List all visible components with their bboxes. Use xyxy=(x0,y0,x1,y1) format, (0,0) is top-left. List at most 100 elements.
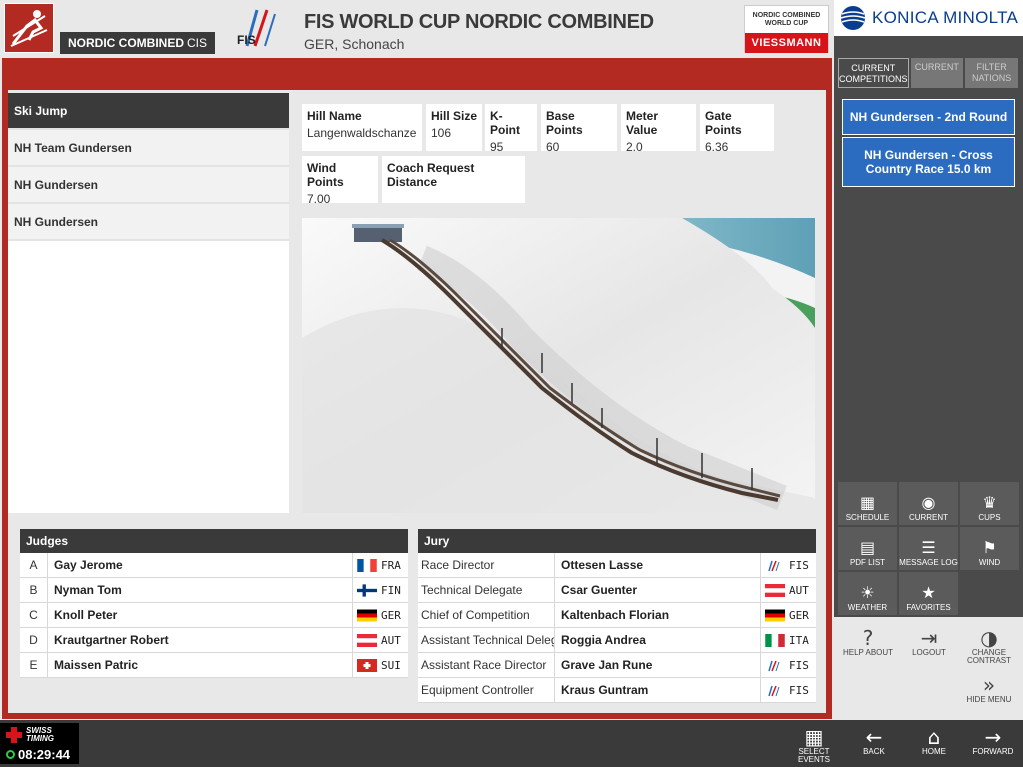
k-point-label: K-Point xyxy=(490,109,520,137)
jury-row: Technical Delegate Csar Guenter AUT xyxy=(418,578,816,603)
pdf-icon: ▤ xyxy=(859,538,876,557)
badge-cis-label: CIS xyxy=(187,36,208,50)
jury-row: Chief of Competition Kaltenbach Florian … xyxy=(418,603,816,628)
base-points-value: 60 xyxy=(546,140,560,154)
sidebar-competition-item[interactable]: NH Gundersen - 2nd Round xyxy=(842,99,1015,135)
competition-item-nh-team-gundersen[interactable]: NH Team Gundersen xyxy=(8,130,289,167)
judge-row: D Krautgartner Robert AUT xyxy=(20,628,408,653)
favorites-button[interactable]: ★ FAVORITES xyxy=(899,572,958,615)
hill-size-label: Hill Size xyxy=(431,109,478,123)
judge-letter: C xyxy=(20,603,48,627)
message-log-button[interactable]: ☰ MESSAGE LOG xyxy=(899,527,958,570)
konica-minolta-globe-icon xyxy=(840,6,866,30)
jury-nation-code: FIS xyxy=(789,683,809,697)
sponsor-top-text: NORDIC COMBINED WORLD CUP xyxy=(752,11,821,27)
jury-nation: GER xyxy=(760,603,816,627)
competition-item-ski-jump[interactable]: Ski Jump xyxy=(8,93,289,130)
current-button[interactable]: ◉ CURRENT xyxy=(899,482,958,525)
base-points-label: Base Points xyxy=(546,109,583,137)
jury-row: Equipment Controller Kraus Guntram FIS xyxy=(418,678,816,703)
jury-name: Ottesen Lasse xyxy=(561,558,644,572)
flag-aut-icon xyxy=(357,633,377,647)
footer: SWISS TIMING 08:29:44 ▦ SELECT EVENTS ← … xyxy=(0,720,1023,767)
jury-name: Kaltenbach Florian xyxy=(561,608,670,622)
hill-name-label: Hill Name xyxy=(307,109,362,123)
change-contrast-button[interactable]: ◑ CHANGE CONTRAST xyxy=(961,627,1017,665)
judge-nation: FRA xyxy=(352,553,408,577)
jury-row: Race Director Ottesen Lasse FIS xyxy=(418,553,816,578)
wind-button[interactable]: ⚑ WIND xyxy=(960,527,1019,570)
home-icon: ⌂ xyxy=(927,725,941,749)
jury-nation-code: ITA xyxy=(789,633,809,647)
hide-menu-button[interactable]: » HIDE MENU xyxy=(961,674,1017,704)
fis-logo: FIS xyxy=(235,6,290,50)
menu-button-label: PDF LIST xyxy=(849,558,886,567)
competition-item-nh-gundersen[interactable]: NH Gundersen xyxy=(8,204,289,241)
judge-nation: AUT xyxy=(352,628,408,652)
jury-nation: ITA xyxy=(760,628,816,652)
jury-nation: AUT xyxy=(760,578,816,602)
pdf-list-button[interactable]: ▤ PDF LIST xyxy=(838,527,897,570)
meter-value-label: Meter Value xyxy=(626,109,659,137)
back-button[interactable]: ← BACK xyxy=(846,726,902,756)
select-events-button[interactable]: ▦ SELECT EVENTS xyxy=(786,726,842,764)
flag-fis-icon xyxy=(768,660,780,671)
schedule-button[interactable]: ▦ SCHEDULE xyxy=(838,482,897,525)
help-about-button[interactable]: ? HELP ABOUT xyxy=(840,627,896,657)
k-point-box: K-Point 95 xyxy=(485,104,537,154)
util-button-label: HIDE MENU xyxy=(966,695,1012,704)
sidebar-competition-item[interactable]: NH Gundersen - Cross Country Race 15.0 k… xyxy=(842,137,1015,187)
competition-item-label: NH Team Gundersen xyxy=(14,141,132,155)
tab-current[interactable]: CURRENT xyxy=(910,58,964,88)
jury-name: Grave Jan Rune xyxy=(561,658,653,672)
flag-fis-icon xyxy=(768,560,780,571)
wind-points-label: Wind Points xyxy=(307,161,344,189)
menu-button-label: WEATHER xyxy=(847,603,888,612)
event-title: FIS WORLD CUP NORDIC COMBINED xyxy=(304,11,654,33)
trophy-icon: ♛ xyxy=(982,493,997,512)
judge-letter: D xyxy=(20,628,48,652)
competition-item-label: NH Gundersen xyxy=(14,178,99,192)
cups-button[interactable]: ♛ CUPS xyxy=(960,482,1019,525)
tab-current-competitions[interactable]: CURRENT COMPETITIONS xyxy=(838,58,909,88)
judges-header: Judges xyxy=(20,529,408,553)
competition-item-nh-gundersen[interactable]: NH Gundersen xyxy=(8,167,289,204)
jury-name: Roggia Andrea xyxy=(561,633,646,647)
competition-list: Ski Jump NH Team Gundersen NH Gundersen … xyxy=(8,93,289,513)
konica-minolta-logo: KONICA MINOLTA xyxy=(834,0,1023,36)
jury-nation-code: FIS xyxy=(789,658,809,672)
jury-role: Chief of Competition xyxy=(418,603,555,627)
judge-nation: FIN xyxy=(352,578,408,602)
jury-role: Assistant Technical Delegate xyxy=(418,628,555,652)
jury-table: Race Director Ottesen Lasse FIS Technica… xyxy=(418,553,816,703)
gate-points-label: Gate Points xyxy=(705,109,742,137)
menu-button-label: FAVORITES xyxy=(906,603,951,612)
arrow-right-icon: → xyxy=(984,725,1002,749)
main-content: Ski Jump NH Team Gundersen NH Gundersen … xyxy=(8,90,826,713)
logout-button[interactable]: ⇥ LOGOUT xyxy=(901,627,957,657)
meter-value-value: 2.0 xyxy=(626,140,643,154)
wind-points-box: Wind Points 7.00 xyxy=(302,156,378,206)
home-button[interactable]: ⌂ HOME xyxy=(906,726,962,756)
jury-nation-code: GER xyxy=(789,608,809,622)
list-icon: ☰ xyxy=(921,538,936,557)
weather-button[interactable]: ☀ WEATHER xyxy=(838,572,897,615)
hill-size-box: Hill Size 106 xyxy=(426,104,482,151)
jury-name: Csar Guenter xyxy=(561,583,638,597)
flag-aut-icon xyxy=(765,583,785,597)
connection-status-icon xyxy=(6,750,15,759)
tab-filter-nations[interactable]: FILTER NATIONS xyxy=(965,58,1018,88)
logout-icon: ⇥ xyxy=(920,626,938,650)
coach-request-label: Coach Request Distance xyxy=(387,161,475,189)
flag-ita-icon xyxy=(765,633,785,647)
main-frame: Ski Jump NH Team Gundersen NH Gundersen … xyxy=(2,58,832,719)
arrow-left-icon: ← xyxy=(865,725,883,749)
forward-button[interactable]: → FORWARD xyxy=(965,726,1021,756)
competition-item-label: Ski Jump xyxy=(14,104,68,118)
util-button-label: CHANGE CONTRAST xyxy=(967,648,1011,665)
judge-nation-code: SUI xyxy=(381,658,401,672)
judge-row: B Nyman Tom FIN xyxy=(20,578,408,603)
judge-name: Maissen Patric xyxy=(54,658,139,672)
sponsor-bottom-text: VIESSMANN xyxy=(745,33,828,53)
flag-sui-icon xyxy=(357,658,377,672)
